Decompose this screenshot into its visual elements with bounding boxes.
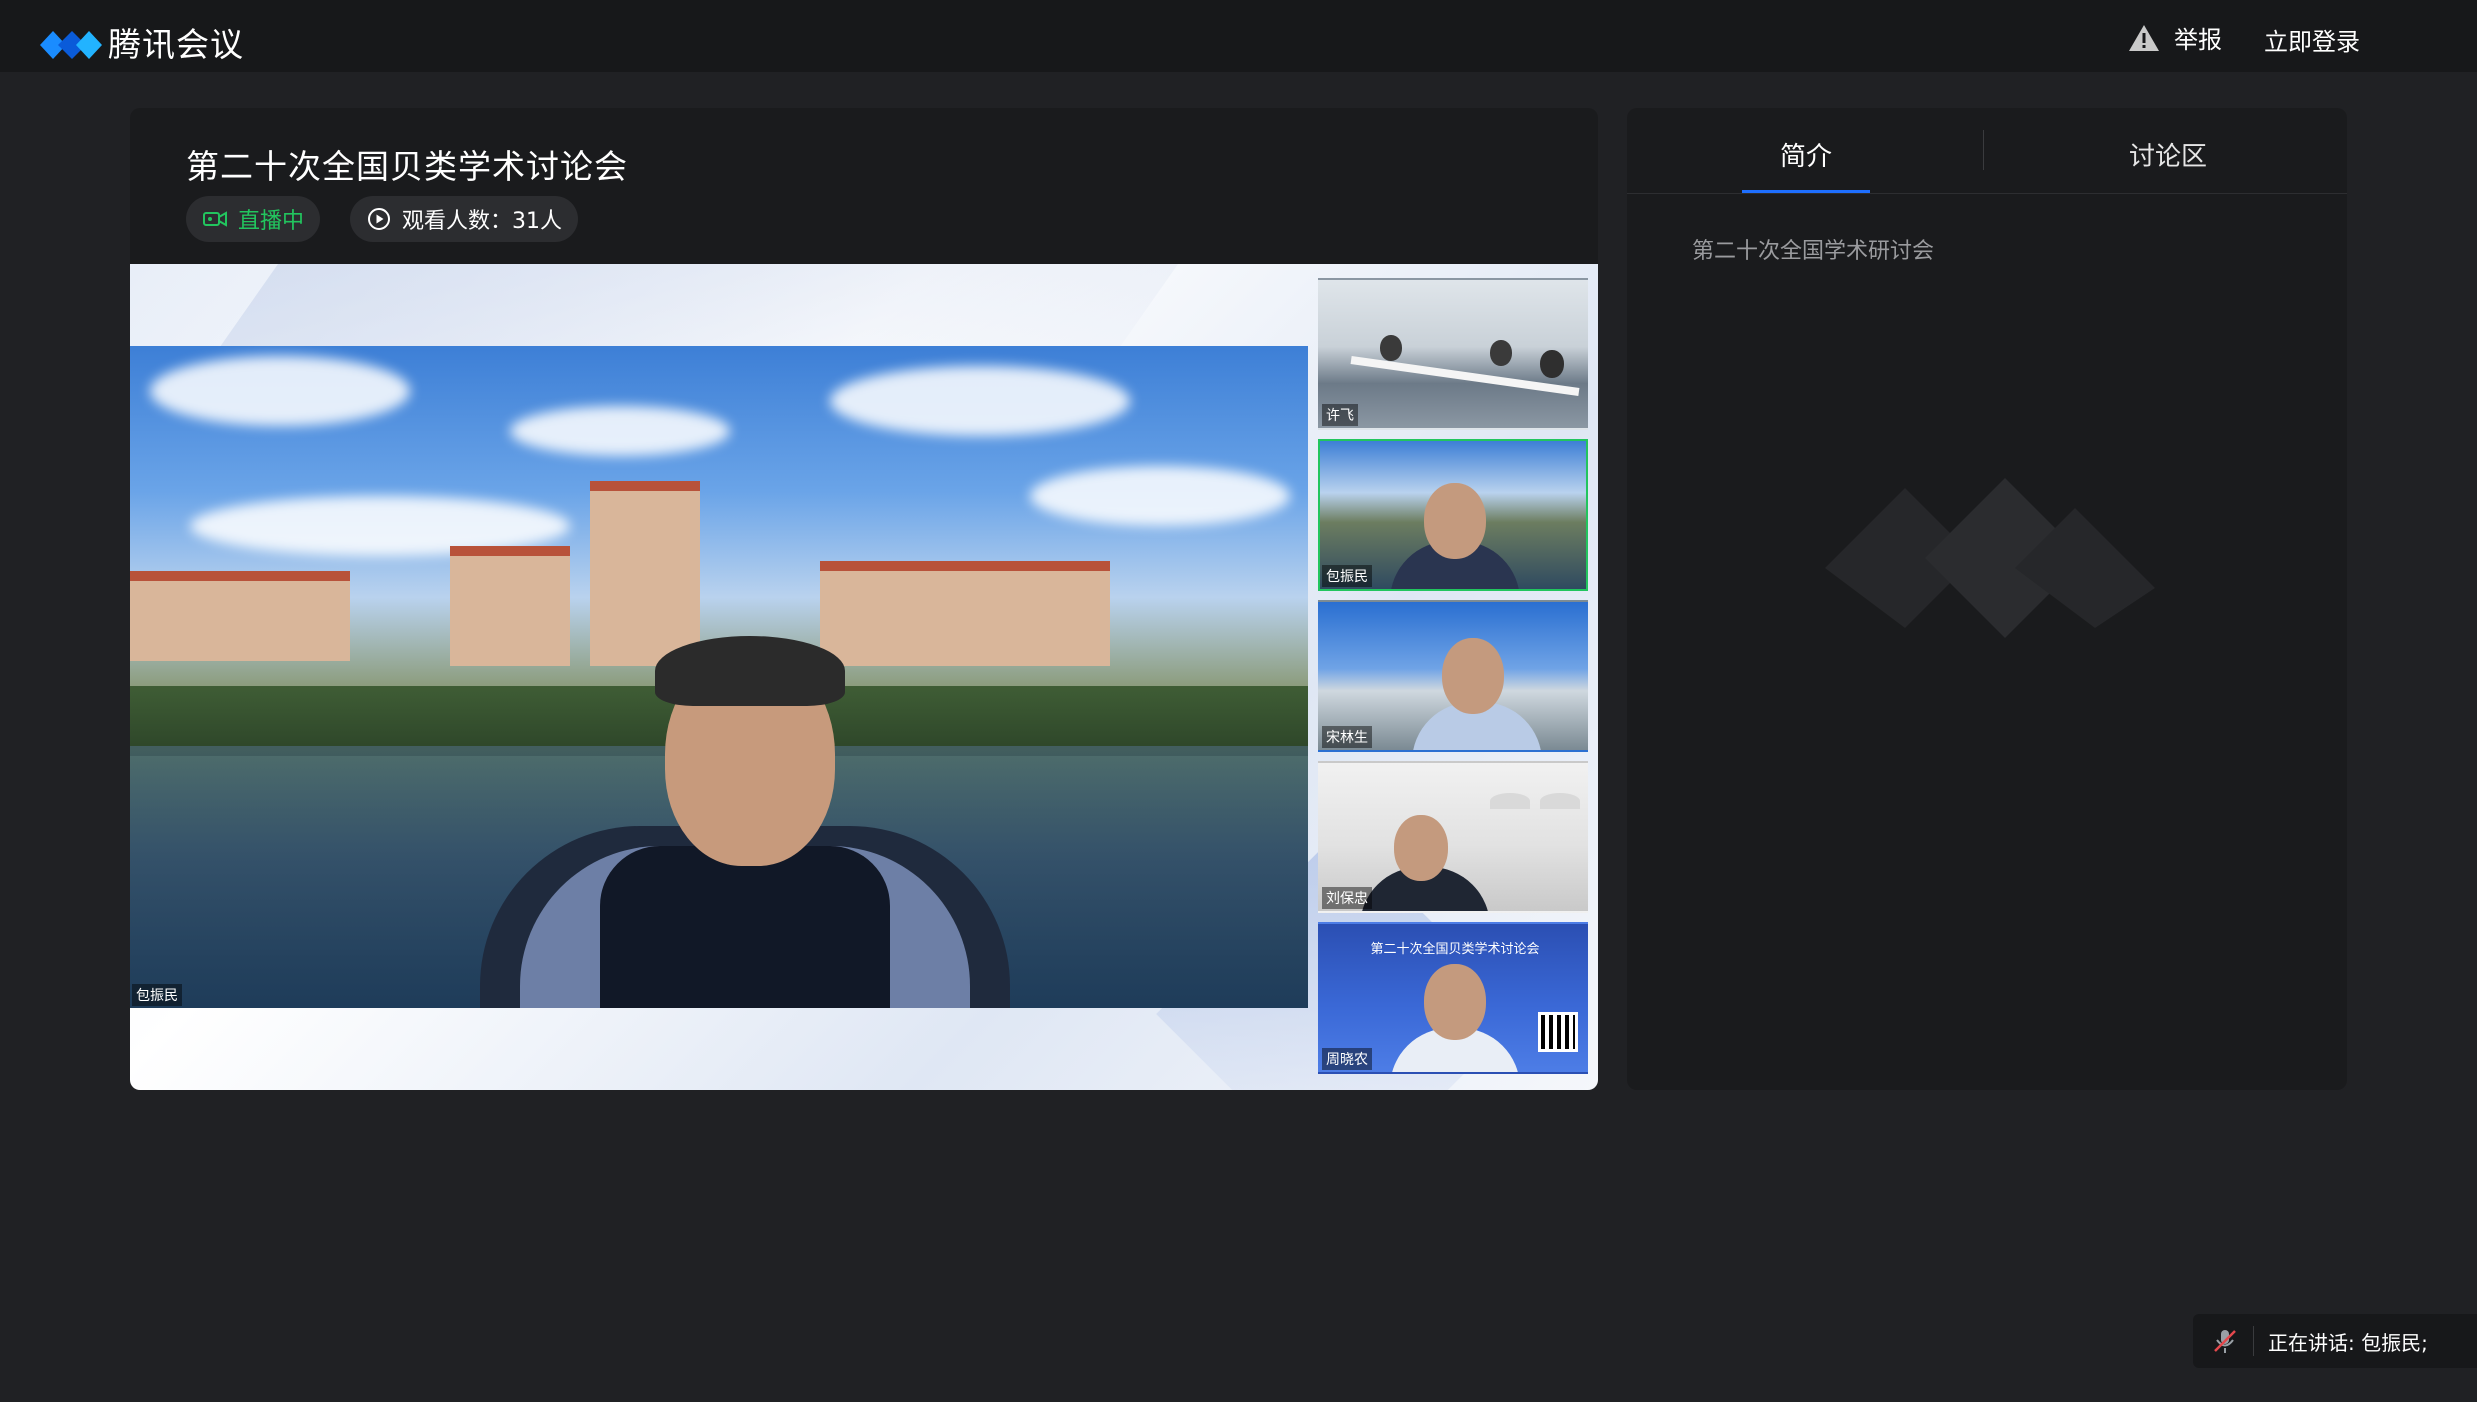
- cloud: [510, 406, 730, 456]
- participant-tile[interactable]: 第二十次全国贝类学术讨论会 周晓农: [1318, 922, 1588, 1074]
- tab-intro[interactable]: 简介: [1780, 136, 1832, 173]
- video-card: 第二十次全国贝类学术讨论会 直播中 观看人数：31人 包振民 许飞 包振民 宋林…: [130, 108, 1598, 1090]
- tencent-meeting-logo-icon: [40, 31, 102, 59]
- participant-head: [1394, 815, 1448, 881]
- lamp: [1490, 793, 1530, 809]
- participant-tile[interactable]: 宋林生: [1318, 600, 1588, 752]
- intro-text: 第二十次全国学术研讨会: [1692, 239, 1935, 264]
- participant-name-tag: 周晓农: [1322, 1048, 1372, 1070]
- app-logo[interactable]: 腾讯会议: [36, 18, 244, 66]
- warning-icon: [2129, 24, 2159, 51]
- attendee: [1490, 340, 1512, 366]
- cloud: [830, 366, 1130, 436]
- building: [130, 571, 350, 661]
- cloud: [1030, 466, 1290, 526]
- watermark-logo-icon: [1825, 478, 2155, 638]
- attendee: [1380, 335, 1402, 361]
- viewer-count-badge: 观看人数：31人: [350, 196, 578, 242]
- qr-code: [1538, 1012, 1578, 1052]
- speaking-text: 正在讲话: 包振民;: [2268, 1330, 2428, 1355]
- video-camera-icon: [203, 211, 227, 227]
- participant-head: [1442, 638, 1504, 714]
- speaker-hair: [655, 636, 845, 706]
- live-status-badge: 直播中: [186, 196, 321, 242]
- viewer-count-label: 观看人数：31人: [402, 209, 562, 234]
- tab-divider: [1983, 130, 1984, 170]
- side-panel: 简介 讨论区 第二十次全国学术研讨会: [1627, 108, 2347, 1090]
- participant-tile[interactable]: 许飞: [1318, 278, 1588, 430]
- tab-discussion[interactable]: 讨论区: [2129, 136, 2207, 173]
- main-speaker-name-tag: 包振民: [132, 984, 182, 1006]
- participant-thumbnails: 许飞 包振民 宋林生 刘保忠 第二十次全国贝类学术讨论会 周晓农: [1318, 278, 1590, 1083]
- report-label: 举报: [2174, 26, 2222, 54]
- selected-tab-indicator: [1742, 190, 1870, 193]
- participant-tile-active[interactable]: 包振民: [1318, 439, 1588, 591]
- speaking-indicator: 正在讲话: 包振民;: [2193, 1314, 2477, 1368]
- report-button[interactable]: 举报: [2128, 20, 2222, 55]
- participant-name-tag: 许飞: [1322, 404, 1358, 426]
- participant-tile[interactable]: 刘保忠: [1318, 761, 1588, 913]
- cloud: [150, 356, 410, 426]
- top-bar: 腾讯会议 举报 立即登录: [0, 0, 2477, 72]
- speaker-vest: [600, 846, 890, 1008]
- slide-title: 第二十次全国贝类学术讨论会: [1370, 942, 1540, 957]
- attendee: [1540, 350, 1564, 378]
- app-name: 腾讯会议: [108, 25, 244, 64]
- lamp: [1540, 793, 1580, 809]
- meeting-title: 第二十次全国贝类学术讨论会: [186, 147, 628, 186]
- building: [820, 561, 1110, 666]
- participant-name-tag: 刘保忠: [1322, 887, 1372, 909]
- login-button[interactable]: 立即登录: [2264, 22, 2360, 57]
- main-speaker-video[interactable]: 包振民: [130, 346, 1308, 1008]
- participant-head: [1424, 964, 1486, 1040]
- participant-name-tag: 包振民: [1322, 565, 1372, 587]
- live-status-label: 直播中: [238, 209, 305, 234]
- video-stage[interactable]: 包振民 许飞 包振民 宋林生 刘保忠 第二十次全国贝类学术讨论会 周晓农: [130, 264, 1598, 1090]
- participant-name-tag: 宋林生: [1322, 726, 1372, 748]
- building: [590, 481, 700, 666]
- play-circle-icon: [368, 208, 390, 230]
- muted-mic-icon: [2214, 1330, 2236, 1353]
- participant-head: [1424, 483, 1486, 559]
- separator: [2253, 1326, 2254, 1356]
- side-panel-tabs: 简介 讨论区: [1627, 108, 2347, 194]
- building: [450, 546, 570, 666]
